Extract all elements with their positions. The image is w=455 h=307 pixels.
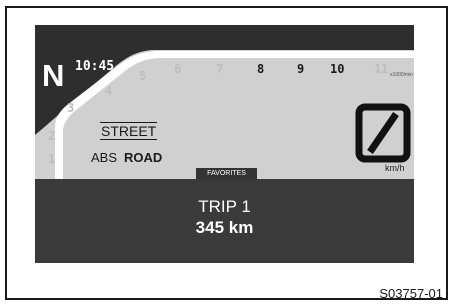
trip-value: 345 km xyxy=(195,218,254,237)
rpm-tick-10: 10 xyxy=(330,62,345,76)
rpm-tick-7: 7 xyxy=(216,62,224,76)
rpm-tick-8: 8 xyxy=(257,62,265,76)
favorites-tab: FAVORITES xyxy=(196,168,257,179)
figure-id: S03757-01 xyxy=(379,286,443,301)
rpm-tick-3: 3 xyxy=(67,101,75,115)
abs-mode: ROAD xyxy=(124,150,163,165)
speed-digit-slash xyxy=(367,112,399,154)
gear-indicator: N xyxy=(42,58,65,93)
instrument-display: N 10:45 1 2 3 4 5 6 7 8 9 10 11 x1000/mi… xyxy=(35,25,414,263)
rpm-tick-5: 5 xyxy=(139,69,147,83)
ride-mode: STREET xyxy=(100,122,158,140)
clock: 10:45 xyxy=(75,59,115,74)
rpm-tick-2: 2 xyxy=(48,129,56,143)
abs-label: ABS xyxy=(91,150,118,165)
trip-label: TRIP 1 xyxy=(198,197,251,216)
rpm-tick-11: 11 xyxy=(374,62,389,76)
rpm-tick-1: 1 xyxy=(48,152,56,166)
rpm-unit: x1000/min xyxy=(390,72,414,78)
rpm-tick-6: 6 xyxy=(174,62,182,76)
speed-unit: km/h xyxy=(385,163,405,173)
favorites-info-bar: TRIP 1 345 km xyxy=(35,179,414,263)
rpm-tick-9: 9 xyxy=(297,62,305,76)
rpm-tick-4: 4 xyxy=(105,84,113,98)
